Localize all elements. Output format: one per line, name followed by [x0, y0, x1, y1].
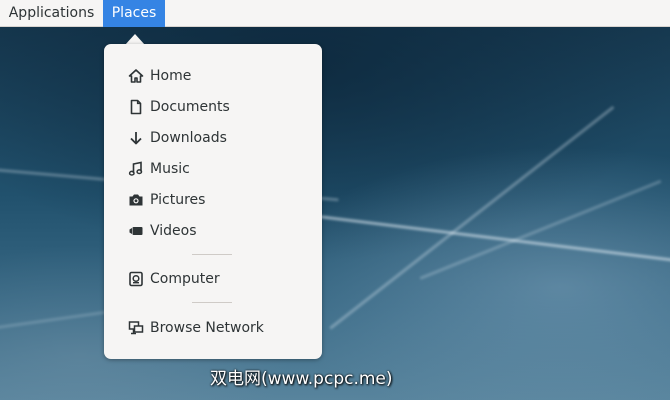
places-item-label: Home — [150, 68, 192, 84]
places-item-videos[interactable]: Videos — [104, 216, 322, 246]
download-arrow-icon — [128, 130, 144, 146]
places-item-label: Downloads — [150, 130, 227, 146]
computer-icon — [128, 271, 144, 287]
places-item-downloads[interactable]: Downloads — [104, 123, 322, 153]
places-item-label: Pictures — [150, 192, 206, 208]
places-item-documents[interactable]: Documents — [104, 92, 322, 122]
applications-menu-button[interactable]: Applications — [0, 0, 103, 27]
places-item-pictures[interactable]: Pictures — [104, 185, 322, 215]
camera-icon — [128, 192, 144, 208]
places-item-label: Documents — [150, 99, 230, 115]
places-item-label: Computer — [150, 271, 220, 287]
home-icon — [128, 68, 144, 84]
desktop-wallpaper — [0, 27, 670, 400]
places-menu: Home Documents Downloads Music Pictures … — [104, 44, 322, 359]
watermark-text: 双电网(www.pcpc.me) — [210, 369, 393, 389]
places-item-label: Music — [150, 161, 190, 177]
document-icon — [128, 99, 144, 115]
places-item-home[interactable]: Home — [104, 61, 322, 91]
video-camera-icon — [128, 223, 144, 239]
places-menu-button[interactable]: Places — [103, 0, 165, 27]
places-item-music[interactable]: Music — [104, 154, 322, 184]
top-bar: Applications Places — [0, 0, 670, 27]
music-note-icon — [128, 161, 144, 177]
places-item-label: Videos — [150, 223, 197, 239]
places-item-computer[interactable]: Computer — [104, 264, 322, 294]
menu-separator — [192, 254, 232, 255]
cloud-streak — [309, 214, 670, 264]
network-icon — [128, 320, 144, 336]
menu-separator — [192, 302, 232, 303]
places-item-browse-network[interactable]: Browse Network — [104, 313, 322, 343]
places-item-label: Browse Network — [150, 320, 264, 336]
